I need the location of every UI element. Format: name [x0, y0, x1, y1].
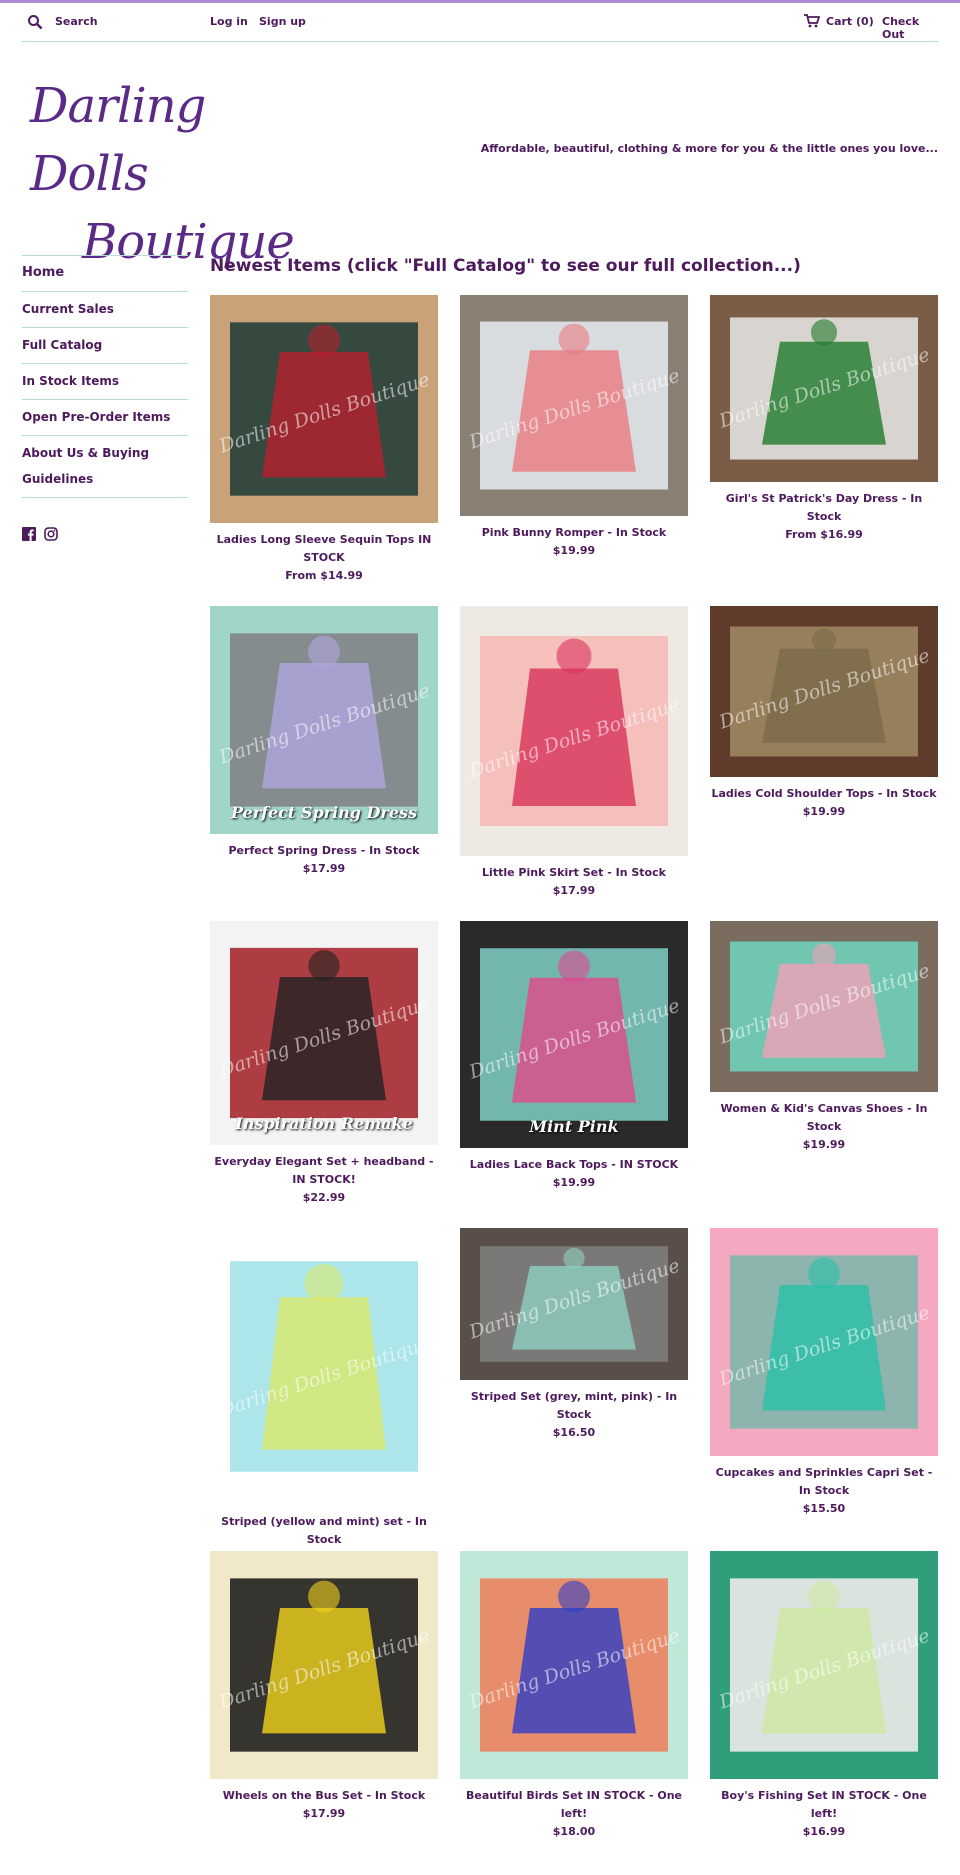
product-card[interactable]: Darling Dolls Boutique Girl's St Patrick'…	[710, 295, 938, 544]
product-title[interactable]: Beautiful Birds Set IN STOCK - One left!	[460, 1787, 688, 1823]
product-card[interactable]: Darling Dolls Boutique Ladies Cold Should…	[710, 606, 938, 821]
cart-link[interactable]: Cart (0)	[826, 15, 874, 28]
product-image[interactable]: Darling Dolls Boutique	[460, 295, 688, 516]
facebook-icon[interactable]	[22, 527, 36, 541]
product-card[interactable]: Darling Dolls Boutique Inspiration Remake…	[210, 921, 438, 1207]
product-title[interactable]: Girl's St Patrick's Day Dress - In Stock	[710, 490, 938, 526]
sidebar-divider	[22, 497, 188, 498]
product-image[interactable]: Darling Dolls Boutique	[710, 295, 938, 482]
cart-icon[interactable]	[804, 14, 820, 28]
product-card[interactable]: Darling Dolls Boutique Pink Bunny Romper …	[460, 295, 688, 560]
page-title: Newest Items (click "Full Catalog" to se…	[210, 256, 801, 276]
sidebar-item-full-catalog[interactable]: Full Catalog	[22, 327, 188, 363]
product-card[interactable]: Darling Dolls Boutique Perfect Spring Dre…	[210, 606, 438, 878]
product-card[interactable]: Darling Dolls Boutique Boy's Fishing Set …	[710, 1551, 938, 1841]
image-overlay-text: Mint Pink	[529, 1117, 619, 1136]
logo[interactable]: Darling Dolls Boutique	[30, 72, 330, 270]
product-title[interactable]: Striped Set (grey, mint, pink) - In Stoc…	[460, 1388, 688, 1424]
product-price: $16.99	[802, 1825, 846, 1838]
image-overlay-text: Inspiration Remake	[235, 1114, 413, 1133]
product-title[interactable]: Cupcakes and Sprinkles Capri Set - In St…	[710, 1464, 938, 1500]
product-title[interactable]: Little Pink Skirt Set - In Stock	[460, 864, 688, 882]
product-card[interactable]: Darling Dolls Boutique Mint Pink Ladies La…	[460, 921, 688, 1192]
sidebar-item-guidelines[interactable]: Guidelines	[22, 471, 188, 497]
login-link[interactable]: Log in	[210, 15, 248, 28]
product-image[interactable]: Darling Dolls Boutique	[460, 1551, 688, 1779]
checkout-link[interactable]: Check Out	[882, 15, 938, 41]
product-price: $17.99	[302, 1807, 346, 1820]
product-title[interactable]: Ladies Cold Shoulder Tops - In Stock	[710, 785, 938, 803]
signup-link[interactable]: Sign up	[259, 15, 306, 28]
product-title[interactable]: Everyday Elegant Set + headband - IN STO…	[210, 1153, 438, 1189]
product-price: From $14.99	[285, 569, 363, 582]
sidebar-item-current-sales[interactable]: Current Sales	[22, 291, 188, 327]
product-price: $19.99	[552, 1176, 596, 1189]
product-price: $19.99	[552, 544, 596, 557]
product-image[interactable]: Darling Dolls Boutique	[710, 606, 938, 777]
product-title[interactable]: Pink Bunny Romper - In Stock	[460, 524, 688, 542]
image-overlay-text: Perfect Spring Dress	[230, 803, 418, 822]
product-price: $17.99	[302, 862, 346, 875]
header-bar: Search Log in Sign up Cart (0) Check Out	[22, 3, 938, 42]
product-card[interactable]: Darling Dolls Boutique Cupcakes and Sprin…	[710, 1228, 938, 1518]
product-title[interactable]: Wheels on the Bus Set - In Stock	[210, 1787, 438, 1805]
product-title[interactable]: Striped (yellow and mint) set - In Stock	[210, 1513, 438, 1549]
product-card[interactable]: Darling Dolls Boutique Striped Set (grey,…	[460, 1228, 688, 1442]
product-price: From $16.99	[785, 528, 863, 541]
product-image[interactable]: Darling Dolls Boutique	[210, 295, 438, 523]
instagram-icon[interactable]	[44, 527, 58, 541]
search-icon[interactable]	[27, 14, 43, 30]
product-card[interactable]: Darling Dolls Boutique Little Pink Skirt …	[460, 606, 688, 900]
product-image[interactable]: Darling Dolls Boutique	[710, 1228, 938, 1456]
product-image[interactable]: Darling Dolls Boutique	[460, 1228, 688, 1380]
product-card[interactable]: Darling Dolls Boutique Wheels on the Bus …	[210, 1551, 438, 1823]
sidebar-item-home[interactable]: Home	[22, 255, 188, 291]
product-card[interactable]: Darling Dolls Boutique Beautiful Birds Se…	[460, 1551, 688, 1841]
product-image[interactable]: Darling Dolls Boutique Perfect Spring Dre…	[210, 606, 438, 834]
product-image[interactable]: Darling Dolls Boutique	[460, 606, 688, 856]
product-price: $22.99	[302, 1191, 346, 1204]
product-price: $15.50	[802, 1502, 846, 1515]
product-price: $19.99	[802, 1138, 846, 1151]
product-title[interactable]: Perfect Spring Dress - In Stock	[210, 842, 438, 860]
product-image[interactable]: Darling Dolls Boutique Mint Pink	[460, 921, 688, 1148]
product-title[interactable]: Ladies Lace Back Tops - IN STOCK	[460, 1156, 688, 1174]
product-price: $16.50	[552, 1426, 596, 1439]
logo-line-1: Darling Dolls	[30, 78, 206, 202]
product-image[interactable]: Darling Dolls Boutique	[210, 1228, 438, 1505]
sidebar-item-about[interactable]: About Us & Buying	[22, 435, 188, 471]
sidebar-item-in-stock[interactable]: In Stock Items	[22, 363, 188, 399]
product-image[interactable]: Darling Dolls Boutique	[210, 1551, 438, 1779]
product-title[interactable]: Women & Kid's Canvas Shoes - In Stock	[710, 1100, 938, 1136]
product-card[interactable]: Darling Dolls Boutique Ladies Long Sleeve…	[210, 295, 438, 585]
product-image[interactable]: Darling Dolls Boutique	[710, 1551, 938, 1779]
product-card[interactable]: Darling Dolls Boutique Women & Kid's Canv…	[710, 921, 938, 1154]
product-image[interactable]: Darling Dolls Boutique Inspiration Remake	[210, 921, 438, 1145]
product-price: $19.99	[802, 805, 846, 818]
tagline: Affordable, beautiful, clothing & more f…	[480, 142, 938, 155]
sidebar-item-pre-order[interactable]: Open Pre-Order Items	[22, 399, 188, 435]
product-price: $18.00	[552, 1825, 596, 1838]
product-card[interactable]: Darling Dolls Boutique Striped (yellow an…	[210, 1228, 438, 1567]
product-title[interactable]: Ladies Long Sleeve Sequin Tops IN STOCK	[210, 531, 438, 567]
search-input[interactable]: Search	[55, 15, 98, 28]
social-links	[22, 527, 58, 541]
product-price: $17.99	[552, 884, 596, 897]
product-image[interactable]: Darling Dolls Boutique	[710, 921, 938, 1092]
sidebar-nav: Home Current Sales Full Catalog In Stock…	[22, 255, 188, 498]
product-title[interactable]: Boy's Fishing Set IN STOCK - One left!	[710, 1787, 938, 1823]
